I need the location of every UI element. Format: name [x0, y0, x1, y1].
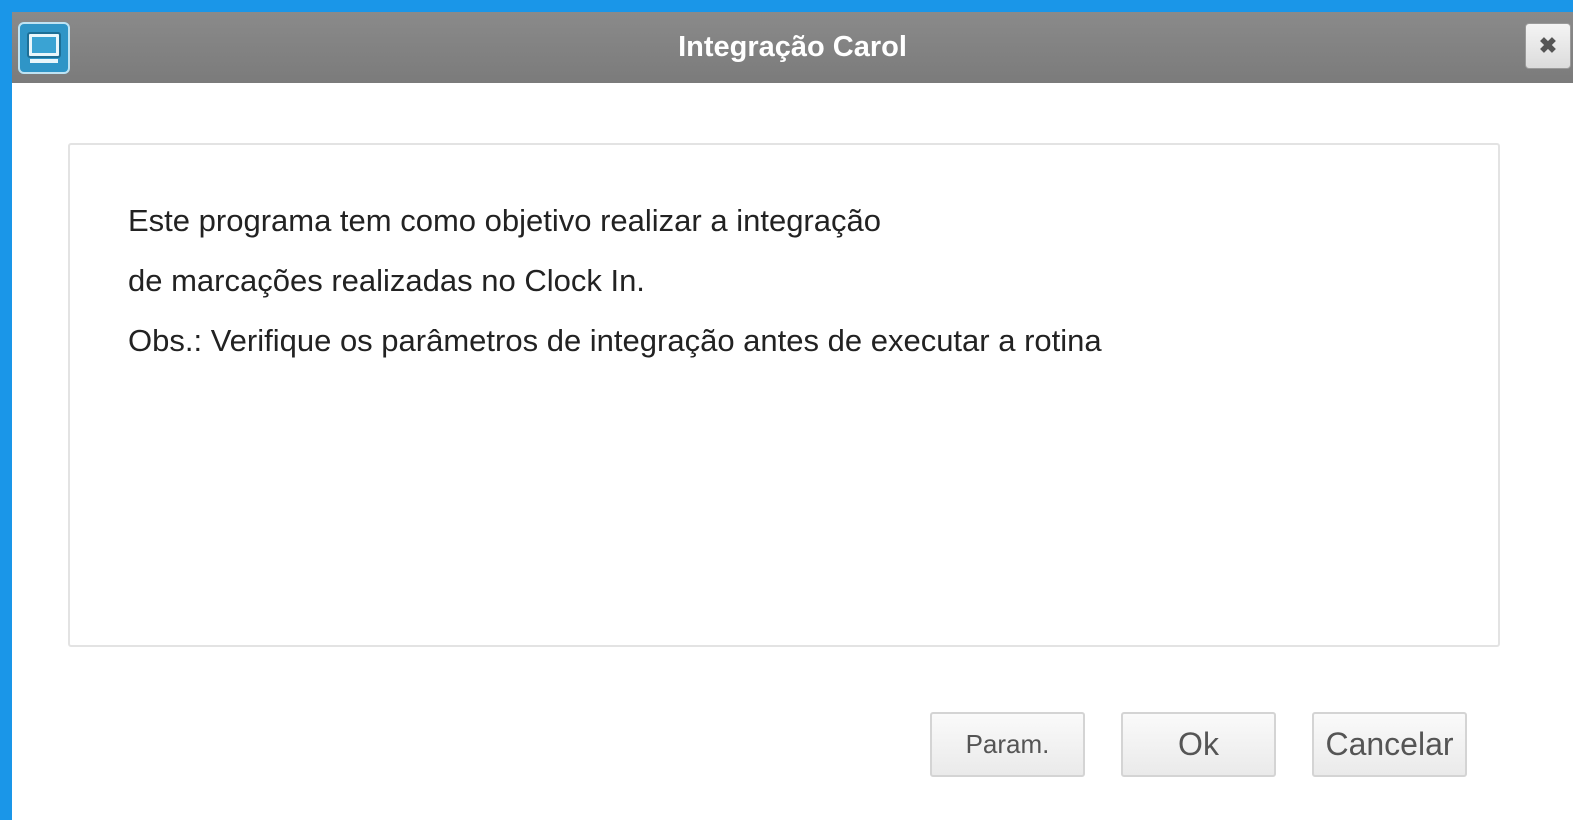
cancel-button[interactable]: Cancelar: [1312, 712, 1467, 777]
close-icon: ✖: [1538, 33, 1558, 58]
ok-button[interactable]: Ok: [1121, 712, 1276, 777]
message-line-3: Obs.: Verifique os parâmetros de integra…: [128, 323, 1102, 358]
title-bar: Integração Carol ✖: [12, 12, 1573, 83]
message-line-2: de marcações realizadas no Clock In.: [128, 263, 645, 298]
window-title: Integração Carol: [678, 31, 907, 63]
param-button[interactable]: Param.: [930, 712, 1085, 777]
dialog-window: Integração Carol ✖ Este programa tem com…: [12, 12, 1573, 820]
message-line-1: Este programa tem como objetivo realizar…: [128, 203, 881, 238]
message-panel: Este programa tem como objetivo realizar…: [68, 143, 1500, 647]
close-button[interactable]: ✖: [1525, 23, 1571, 69]
